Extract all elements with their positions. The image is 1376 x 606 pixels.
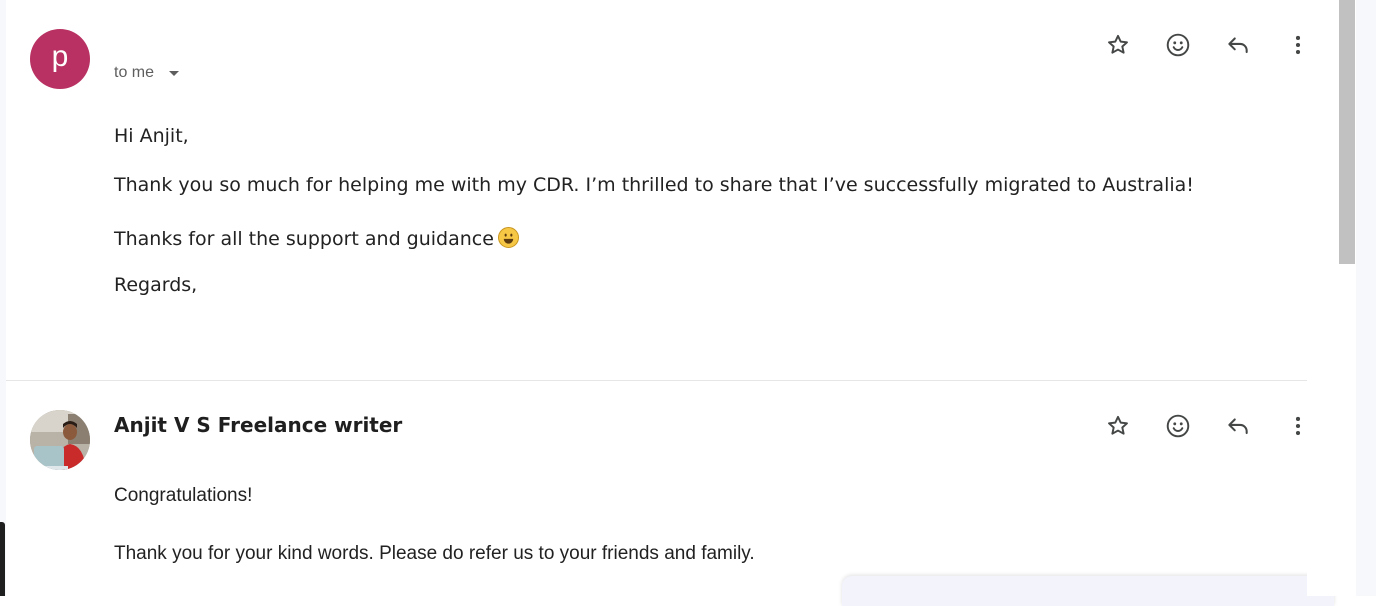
star-icon[interactable] <box>1103 411 1133 441</box>
emoji-react-icon[interactable] <box>1163 411 1193 441</box>
avatar[interactable] <box>30 410 90 470</box>
reply-icon[interactable] <box>1223 30 1253 60</box>
side-panel-edge <box>1356 0 1376 596</box>
sender-name[interactable]: Anjit V S Freelance writer <box>114 413 402 437</box>
reply-line: Thank you for your kind words. Please do… <box>114 543 755 564</box>
compose-popup[interactable] <box>842 576 1334 606</box>
side-panel-edge <box>0 522 5 596</box>
smiley-emoji-icon <box>497 227 519 248</box>
message-actions <box>1096 30 1308 60</box>
sender-name[interactable] <box>114 44 118 48</box>
reply-line: Congratulations! <box>114 485 253 506</box>
recipient-toggle[interactable]: to me <box>114 64 154 82</box>
avatar[interactable]: p <box>30 29 90 89</box>
message-paragraph: Thank you so much for helping me with my… <box>114 174 1194 196</box>
message-paragraph-text: Thanks for all the support and guidance <box>114 228 494 250</box>
caret-down-icon[interactable] <box>169 71 179 76</box>
message-greeting: Hi Anjit, <box>114 125 189 147</box>
message-closing: Regards, <box>114 274 198 296</box>
star-icon[interactable] <box>1103 30 1133 60</box>
message-paragraph-with-emoji: Thanks for all the support and guidance <box>114 224 519 250</box>
email-message: p to me Hi Anjit, Thank you so much for … <box>6 0 1307 380</box>
scrollbar-thumb[interactable] <box>1339 0 1355 264</box>
emoji-react-icon[interactable] <box>1163 30 1193 60</box>
email-message: Anjit V S Freelance writer Congratulatio… <box>6 381 1307 596</box>
message-actions <box>1096 411 1308 441</box>
reply-icon[interactable] <box>1223 411 1253 441</box>
